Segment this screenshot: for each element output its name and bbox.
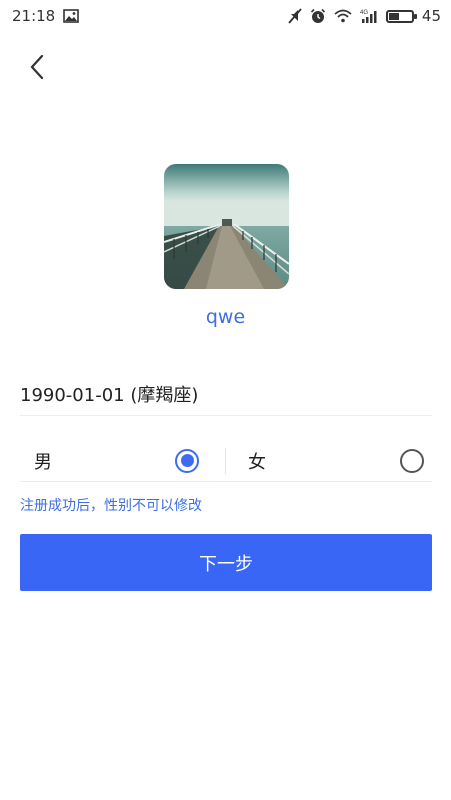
gender-option-female[interactable]: 女 [226, 448, 432, 474]
gender-selector: 男 女 [20, 440, 432, 482]
status-right: 4G 45 [288, 7, 441, 25]
wifi-icon [334, 9, 352, 23]
avatar-pier-image [164, 164, 289, 289]
svg-text:4G: 4G [360, 10, 368, 16]
battery-fill [388, 12, 399, 20]
back-chevron-icon [30, 54, 44, 80]
female-radio[interactable] [400, 448, 424, 473]
image-icon [63, 9, 80, 23]
birthday-field[interactable]: 1990-01-01 (摩羯座) [20, 372, 432, 416]
mute-icon [288, 8, 302, 24]
status-bar: 21:18 4G 45 [0, 0, 451, 32]
gender-note: 注册成功后，性别不可以修改 [20, 498, 202, 514]
alarm-icon [310, 8, 326, 24]
battery-level: 45 [421, 7, 441, 25]
radio-dot [180, 454, 194, 467]
status-time: 21:18 [12, 7, 56, 25]
birthday-value: 1990-01-01 (摩羯座) [20, 384, 199, 406]
username: qwe [205, 306, 246, 328]
signal-4g-icon: 4G [360, 8, 378, 24]
back-button[interactable] [20, 50, 54, 84]
gender-male-label: 男 [34, 451, 52, 473]
gender-female-label: 女 [248, 451, 266, 473]
gender-option-male[interactable]: 男 [20, 447, 226, 474]
male-radio-selected[interactable] [175, 448, 199, 473]
status-left: 21:18 [12, 7, 80, 25]
battery-icon [385, 9, 417, 23]
avatar[interactable] [164, 164, 289, 289]
next-button[interactable]: 下一步 [20, 534, 432, 591]
screen: 21:18 4G 45 qwe 1990-01-01 (摩羯座) 男 女 注册成… [0, 0, 451, 800]
